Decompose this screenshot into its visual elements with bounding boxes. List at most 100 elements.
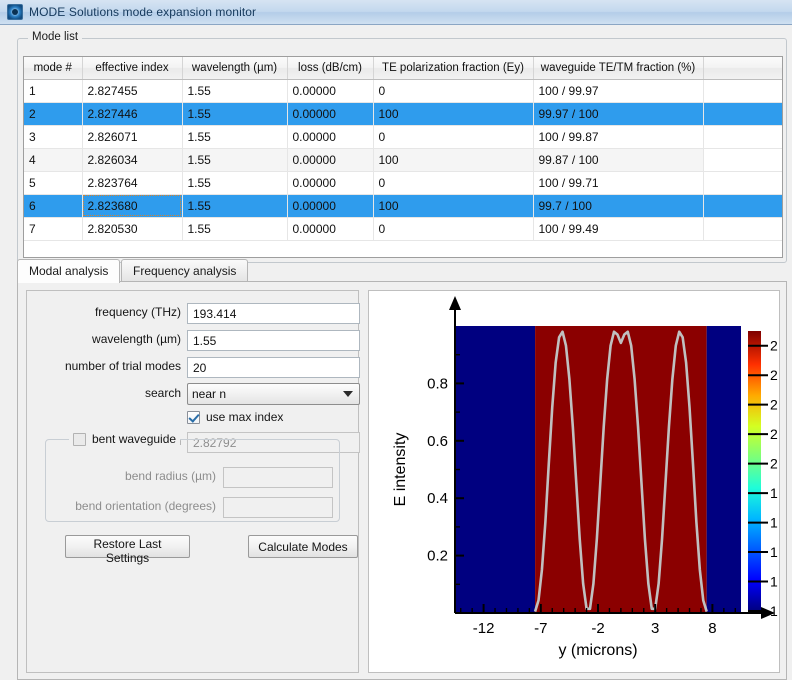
te-polarization-fraction-cell[interactable]: 0 <box>373 79 534 103</box>
mode-list-table: mode # effective index wavelength (µm) l… <box>24 57 782 241</box>
te-polarization-fraction-cell[interactable]: 0 <box>373 217 534 241</box>
loss-cell[interactable]: 0.00000 <box>287 125 374 149</box>
column-header-effective-index[interactable]: effective index <box>82 57 183 80</box>
y-axis-label: E intensity <box>392 433 409 507</box>
colorbar-tick-label: 1.2 <box>770 574 779 590</box>
colorbar-tick-label: 2.4 <box>770 397 779 413</box>
colorbar-tick-label: 1.0 <box>770 603 779 619</box>
column-header-mode-number[interactable]: mode # <box>24 57 83 80</box>
column-header-waveguide-te-tm-fraction[interactable]: waveguide TE/TM fraction (%) <box>533 57 704 80</box>
column-header-wavelength[interactable]: wavelength (µm) <box>182 57 288 80</box>
plot-region-cladding-right <box>706 326 741 613</box>
y-tick-label: 0.2 <box>427 548 448 565</box>
colorbar-tick-label: 2.0 <box>770 456 779 472</box>
table-row[interactable]: 1 2.827455 1.55 0.00000 0 100 / 99.97 <box>24 79 782 103</box>
waveguide-te-tm-fraction-cell[interactable]: 100 / 99.49 <box>533 217 704 241</box>
mode-number-cell[interactable]: 6 <box>24 194 83 218</box>
bent-waveguide-checkbox[interactable]: bent waveguide <box>69 432 181 446</box>
checkbox-icon <box>73 432 86 446</box>
search-select[interactable]: near nin rangemax index <box>187 383 360 405</box>
mode-number-cell[interactable]: 2 <box>24 102 83 126</box>
wavelength-cell[interactable]: 1.55 <box>182 217 288 241</box>
effective-index-cell[interactable]: 2.826071 <box>82 125 183 149</box>
loss-cell[interactable]: 0.00000 <box>287 194 374 218</box>
restore-last-settings-button[interactable]: Restore Last Settings <box>65 535 190 565</box>
table-row[interactable]: 3 2.826071 1.55 0.00000 0 100 / 99.87 <box>24 125 782 149</box>
bend-orientation-input <box>223 497 333 518</box>
waveguide-te-tm-fraction-cell[interactable]: 99.97 / 100 <box>533 102 704 126</box>
frequency-input[interactable] <box>187 303 360 324</box>
column-header-filler <box>703 57 782 80</box>
effective-index-cell[interactable]: 2.827446 <box>82 102 183 126</box>
field-wavelength: wavelength (µm) <box>27 330 181 351</box>
label-number-of-trial-modes: number of trial modes <box>64 359 181 373</box>
label-frequency: frequency (THz) <box>94 305 181 319</box>
field-bend-radius: bend radius (µm) <box>51 467 216 488</box>
table-row[interactable]: 2 2.827446 1.55 0.00000 100 99.97 / 100 <box>24 102 782 126</box>
tab-modal-analysis[interactable]: Modal analysis <box>17 259 121 283</box>
label-bend-orientation: bend orientation (degrees) <box>75 499 216 513</box>
use-max-index-label: use max index <box>206 410 284 424</box>
calculate-modes-button[interactable]: Calculate Modes <box>248 535 358 558</box>
tab-frequency-analysis[interactable]: Frequency analysis <box>121 259 249 282</box>
wavelength-cell[interactable]: 1.55 <box>182 125 288 149</box>
wavelength-cell[interactable]: 1.55 <box>182 194 288 218</box>
table-row[interactable]: 7 2.820530 1.55 0.00000 0 100 / 99.49 <box>24 217 782 241</box>
table-row[interactable]: 5 2.823764 1.55 0.00000 0 100 / 99.71 <box>24 171 782 195</box>
mode-number-cell[interactable]: 5 <box>24 171 83 195</box>
wavelength-cell[interactable]: 1.55 <box>182 148 288 172</box>
table-row[interactable]: 4 2.826034 1.55 0.00000 100 99.87 / 100 <box>24 148 782 172</box>
mode-number-cell[interactable]: 4 <box>24 148 83 172</box>
mode-list-group: Mode list mode # effective index wavelen… <box>17 31 787 263</box>
number-of-trial-modes-input[interactable] <box>187 357 360 378</box>
mode-list-table-body: 1 2.827455 1.55 0.00000 0 100 / 99.97 2 2.82744… <box>24 79 782 241</box>
te-polarization-fraction-cell[interactable]: 0 <box>373 171 534 195</box>
effective-index-cell[interactable]: 2.826034 <box>82 148 183 172</box>
loss-cell[interactable]: 0.00000 <box>287 171 374 195</box>
column-header-loss[interactable]: loss (dB/cm) <box>287 57 374 80</box>
loss-cell[interactable]: 0.00000 <box>287 79 374 103</box>
te-polarization-fraction-cell[interactable]: 100 <box>373 194 534 218</box>
te-polarization-fraction-cell[interactable]: 0 <box>373 125 534 149</box>
mode-list-table-container[interactable]: mode # effective index wavelength (µm) l… <box>23 56 783 258</box>
waveguide-te-tm-fraction-cell[interactable]: 100 / 99.71 <box>533 171 704 195</box>
field-bend-orientation: bend orientation (degrees) <box>51 497 216 518</box>
table-row[interactable]: 6 2.823680 1.55 0.00000 100 99.7 / 100 <box>24 194 782 218</box>
mode-number-cell[interactable]: 7 <box>24 217 83 241</box>
wavelength-cell[interactable]: 1.55 <box>182 79 288 103</box>
y-axis-arrow <box>449 296 461 310</box>
row-filler-cell <box>703 171 782 195</box>
plot-region-core <box>535 326 707 613</box>
mode-number-cell[interactable]: 3 <box>24 125 83 149</box>
colorbar-tick-label: 1.4 <box>770 544 779 560</box>
x-tick-label: -12 <box>473 620 495 637</box>
row-filler-cell <box>703 102 782 126</box>
wavelength-input[interactable] <box>187 330 360 351</box>
bend-radius-input <box>223 467 333 488</box>
wavelength-cell[interactable]: 1.55 <box>182 102 288 126</box>
effective-index-cell[interactable]: 2.827455 <box>82 79 183 103</box>
waveguide-te-tm-fraction-cell[interactable]: 99.87 / 100 <box>533 148 704 172</box>
te-polarization-fraction-cell[interactable]: 100 <box>373 148 534 172</box>
effective-index-cell[interactable]: 2.820530 <box>82 217 183 241</box>
colorbar-tick-label: 2.6 <box>770 367 779 383</box>
te-polarization-fraction-cell[interactable]: 100 <box>373 102 534 126</box>
analysis-tabstrip: Modal analysis Frequency analysis <box>17 259 787 283</box>
loss-cell[interactable]: 0.00000 <box>287 148 374 172</box>
waveguide-te-tm-fraction-cell[interactable]: 100 / 99.97 <box>533 79 704 103</box>
x-tick-label: -2 <box>591 620 604 637</box>
wavelength-cell[interactable]: 1.55 <box>182 171 288 195</box>
loss-cell[interactable]: 0.00000 <box>287 217 374 241</box>
effective-index-cell[interactable]: 2.823680 <box>82 194 183 218</box>
column-header-te-polarization-fraction[interactable]: TE polarization fraction (Ey) <box>373 57 534 80</box>
effective-index-cell[interactable]: 2.823764 <box>82 171 183 195</box>
colorbar-tick-label: 1.6 <box>770 515 779 531</box>
mode-number-cell[interactable]: 1 <box>24 79 83 103</box>
waveguide-te-tm-fraction-cell[interactable]: 99.7 / 100 <box>533 194 704 218</box>
field-search: search <box>27 384 181 405</box>
use-max-index-checkbox[interactable]: use max index <box>187 410 283 424</box>
mode-profile-plot-panel[interactable]: -12 -7 -2 3 8 0.2 0.4 0.6 0.8 y (microns) E intens… <box>368 290 780 673</box>
y-tick-label: 0.4 <box>427 490 448 507</box>
waveguide-te-tm-fraction-cell[interactable]: 100 / 99.87 <box>533 125 704 149</box>
loss-cell[interactable]: 0.00000 <box>287 102 374 126</box>
